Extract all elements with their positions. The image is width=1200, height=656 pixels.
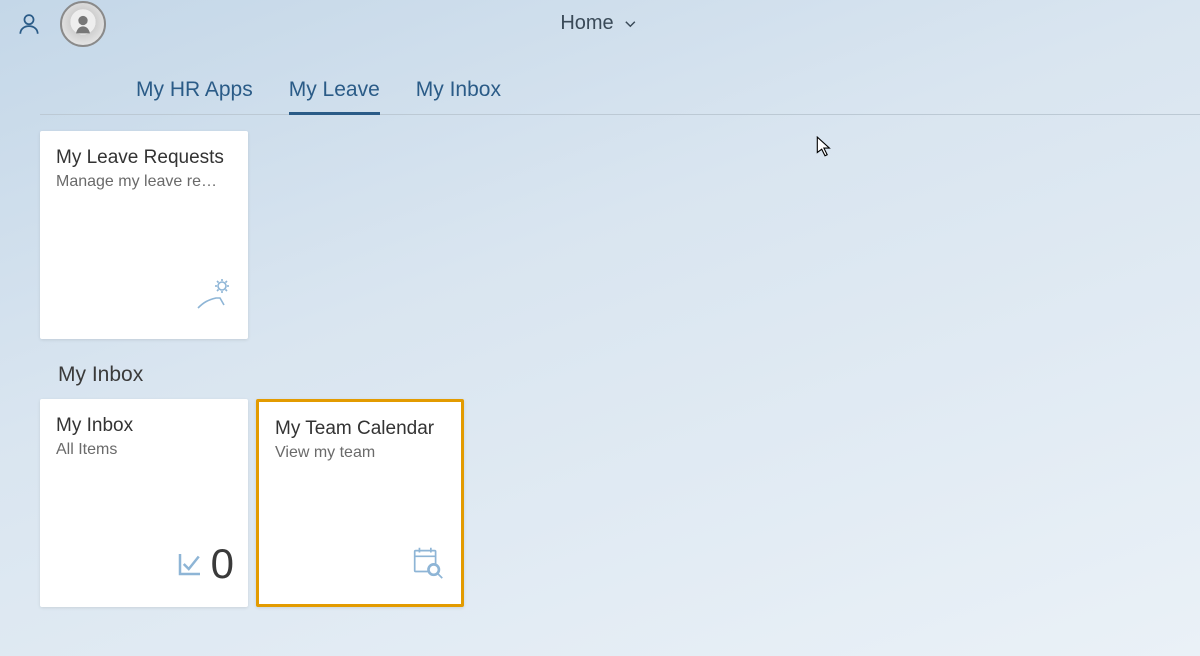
tile-title: My Inbox bbox=[56, 415, 232, 437]
section-title-my-inbox: My Inbox bbox=[58, 363, 1160, 387]
tile-title: My Leave Requests bbox=[56, 147, 232, 169]
tab-my-hr-apps[interactable]: My HR Apps bbox=[136, 78, 253, 114]
tab-bar: My HR Apps My Leave My Inbox bbox=[40, 48, 1200, 115]
tile-subtitle: View my team bbox=[275, 444, 445, 462]
inbox-check-icon bbox=[175, 549, 205, 579]
top-bar: Home bbox=[0, 0, 1200, 48]
home-dropdown[interactable]: Home bbox=[560, 12, 639, 35]
vacation-icon bbox=[194, 276, 234, 321]
state-seal-logo[interactable] bbox=[60, 1, 106, 47]
user-icon[interactable] bbox=[16, 11, 42, 37]
tile-subtitle: All Items bbox=[56, 441, 232, 459]
home-label: Home bbox=[560, 12, 613, 35]
tab-my-leave[interactable]: My Leave bbox=[289, 78, 380, 114]
tab-my-inbox[interactable]: My Inbox bbox=[416, 78, 501, 114]
tile-title: My Team Calendar bbox=[275, 418, 445, 440]
chevron-down-icon bbox=[622, 15, 640, 33]
tile-my-team-calendar[interactable]: My Team Calendar View my team bbox=[256, 399, 464, 607]
tile-my-leave-requests[interactable]: My Leave Requests Manage my leave re… bbox=[40, 131, 248, 339]
inbox-count: 0 bbox=[211, 543, 234, 585]
tile-my-inbox[interactable]: My Inbox All Items 0 bbox=[40, 399, 248, 607]
calendar-search-icon bbox=[409, 543, 447, 586]
tile-subtitle: Manage my leave re… bbox=[56, 173, 232, 191]
tile-content: My Leave Requests Manage my leave re… My bbox=[0, 115, 1200, 623]
tile-kpi: 0 bbox=[175, 543, 234, 585]
